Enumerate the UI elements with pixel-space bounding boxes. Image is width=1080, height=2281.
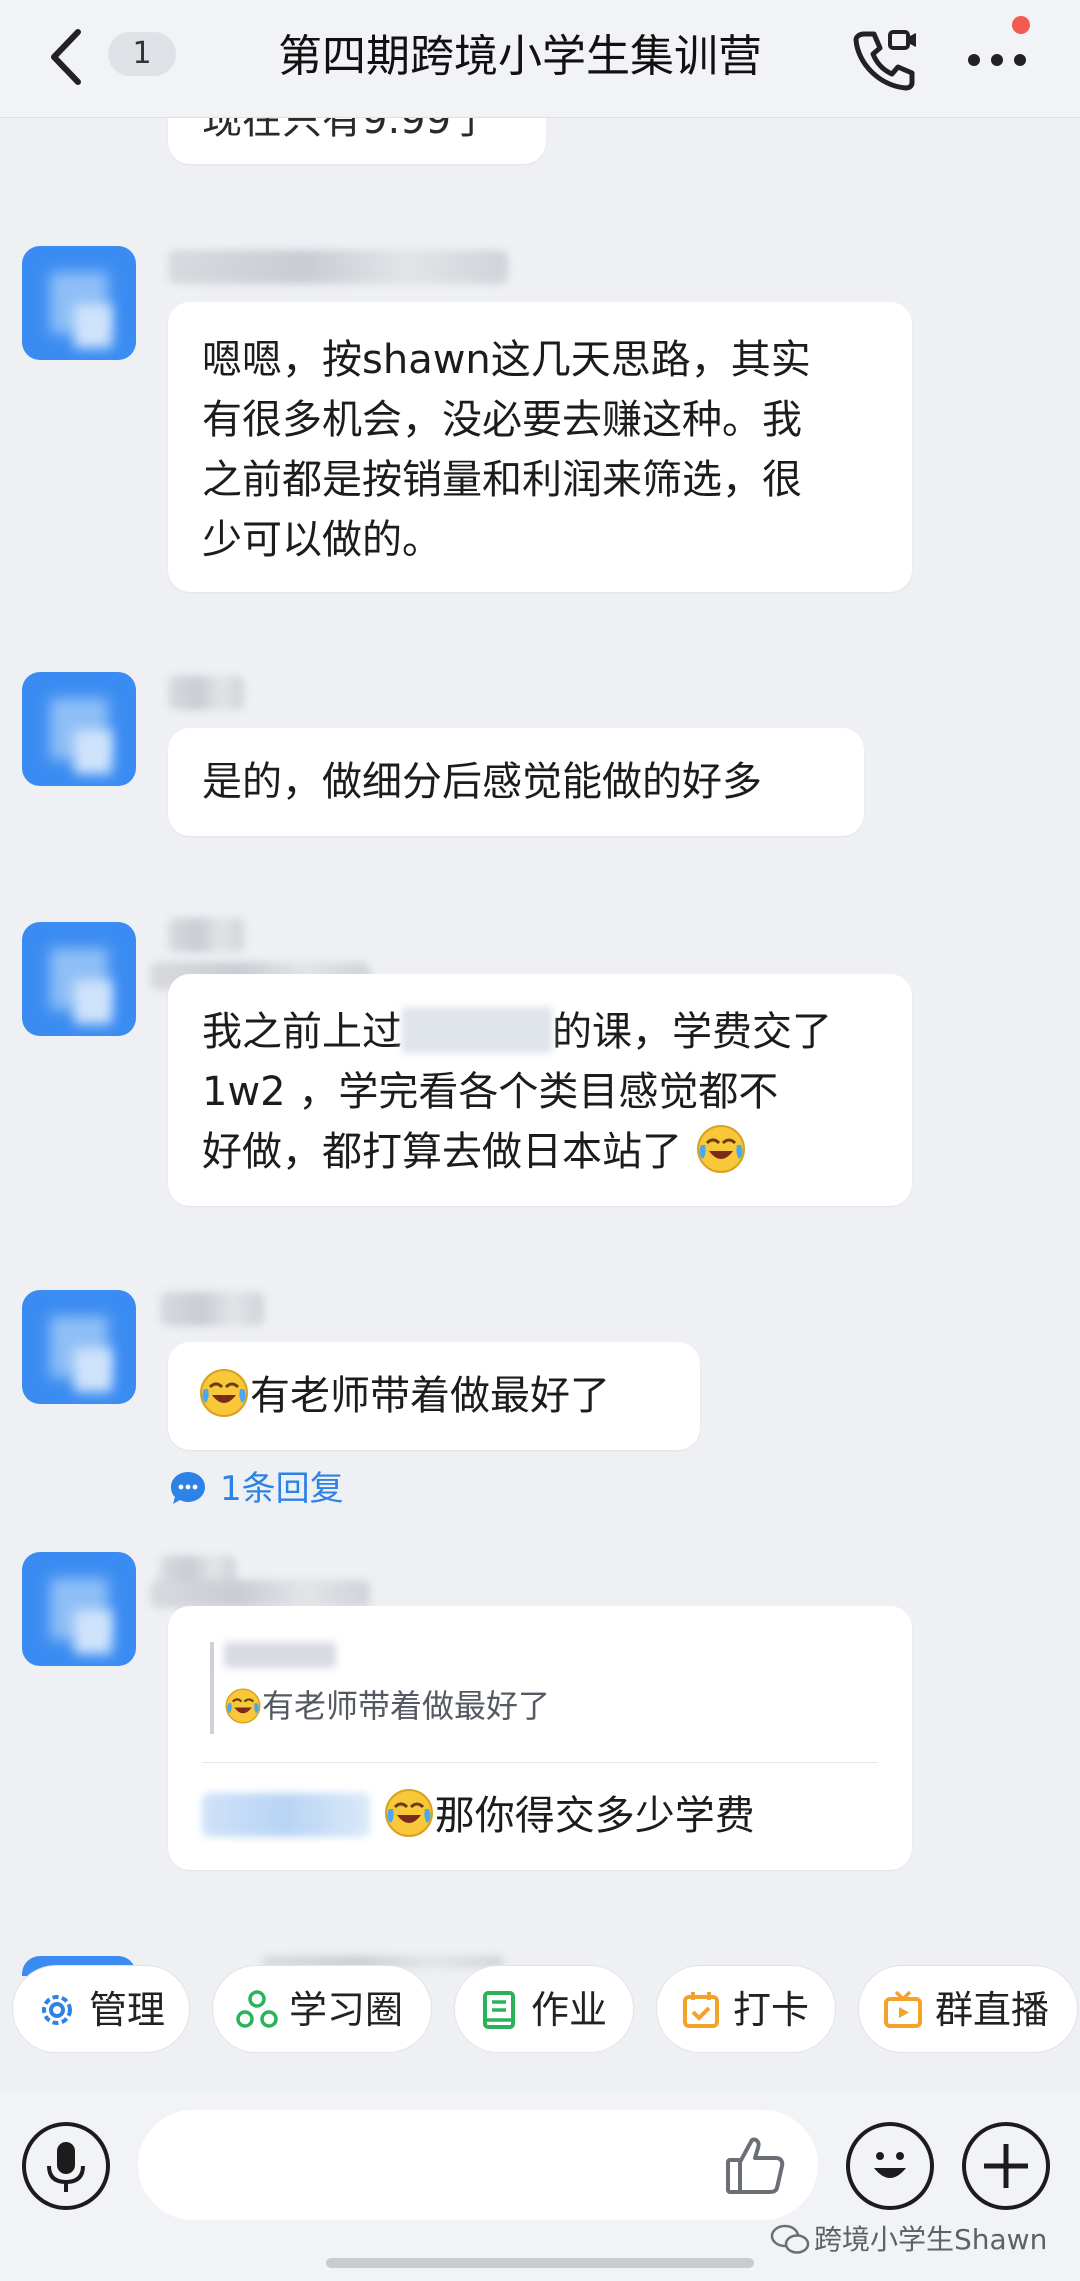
watermark: 跨境小学生Shawn xyxy=(770,2220,1070,2260)
message-text-line: 有很多机会，没必要去赚这种。我 xyxy=(202,397,802,443)
chat-bubble-icon xyxy=(171,1472,205,1504)
microphone-icon xyxy=(47,2142,85,2192)
crying-laughing-emoji-icon xyxy=(384,1789,433,1837)
voice-input-button[interactable] xyxy=(22,2122,110,2210)
message-bubble[interactable]: 有老师带着做最好了 xyxy=(168,1342,700,1450)
action-label: 管理 xyxy=(89,1988,166,2032)
emoji-button[interactable] xyxy=(846,2122,934,2210)
quoted-sender-blurred xyxy=(224,1642,336,1668)
sender-name-blurred xyxy=(168,676,244,710)
message-text: 那你得交多少学费 xyxy=(202,1786,755,1846)
message-text-line: 少可以做的。 xyxy=(202,517,442,563)
divider xyxy=(202,1762,878,1763)
action-study-circle-button[interactable]: 学习圈 xyxy=(212,1965,432,2053)
reply-count-label: 1条回复 xyxy=(220,1469,344,1509)
mention-blurred xyxy=(202,1793,370,1837)
message-text-segment: 我之前上过 xyxy=(202,1009,402,1055)
circle-group-icon xyxy=(236,1990,278,2028)
group-title: 第四期跨境小学生集训营 xyxy=(278,31,762,82)
more-button[interactable] xyxy=(962,24,1032,94)
sender-name-blurred xyxy=(168,250,508,284)
sender-name-blurred xyxy=(150,1580,370,1608)
gear-icon xyxy=(42,1995,72,2025)
quoted-message: 有老师带着做最好了 xyxy=(224,1680,550,1732)
plus-icon xyxy=(984,2144,1028,2188)
action-homework-button[interactable]: 作业 xyxy=(454,1965,634,2053)
calendar-check-icon xyxy=(683,1992,719,2028)
avatar[interactable] xyxy=(22,922,136,1036)
message-text-segment: 那你得交多少学费 xyxy=(434,1793,755,1839)
reply-message-bubble[interactable]: 有老师带着做最好了 那你得交多少学费 xyxy=(168,1606,912,1870)
action-group-live-button[interactable]: 群直播 xyxy=(858,1965,1078,2053)
message-text-line: 嗯嗯，按shawn这几天思路，其实 xyxy=(202,337,811,383)
avatar[interactable] xyxy=(22,246,136,360)
action-label: 学习圈 xyxy=(289,1988,404,2032)
video-call-icon xyxy=(853,30,916,91)
book-icon xyxy=(483,1991,515,2029)
message-text-segment: 的课，学费交了 xyxy=(552,1009,832,1055)
smiley-icon xyxy=(874,2152,906,2178)
message-bubble[interactable]: 我之前上过 的课，学费交了 1w2 ，学完看各个类目感觉都不 好做，都打算去做日本… xyxy=(168,974,912,1206)
more-dots-icon xyxy=(968,54,1026,66)
thumbs-up-icon xyxy=(726,2137,785,2194)
sender-name-blurred xyxy=(168,918,244,952)
message-text: 是的，做细分后感觉能做的好多 xyxy=(202,759,762,805)
call-button[interactable] xyxy=(850,24,920,94)
avatar[interactable] xyxy=(22,672,136,786)
message-bubble[interactable]: 是的，做细分后感觉能做的好多 xyxy=(168,728,864,836)
message-text-line: 好做，都打算去做日本站了 xyxy=(202,1122,747,1182)
wechat-icon xyxy=(770,2224,810,2254)
watermark-text: 跨境小学生Shawn xyxy=(814,2223,1048,2256)
thumbs-up-button[interactable] xyxy=(720,2130,790,2200)
message-text-segment: 好做，都打算去做日本站了 xyxy=(202,1129,682,1175)
message-text-segment: 有老师带着做最好了 xyxy=(250,1373,610,1419)
message-text-line: 1w2 ，学完看各个类目感觉都不 xyxy=(202,1069,779,1115)
quoted-text: 有老师带着做最好了 xyxy=(262,1687,551,1725)
action-manage-button[interactable]: 管理 xyxy=(12,1965,190,2053)
crying-laughing-emoji-icon xyxy=(225,1688,261,1724)
action-label: 打卡 xyxy=(733,1988,810,2032)
action-checkin-button[interactable]: 打卡 xyxy=(656,1965,836,2053)
crying-laughing-emoji-icon xyxy=(200,1369,248,1417)
chevron-left-icon xyxy=(51,29,81,85)
message-bubble[interactable]: 嗯嗯，按shawn这几天思路，其实 有很多机会，没必要去赚这种。我 之前都是按销… xyxy=(168,302,912,592)
live-tv-icon xyxy=(884,1990,922,2028)
action-label: 群直播 xyxy=(935,1988,1050,2032)
more-attachments-button[interactable] xyxy=(962,2122,1050,2210)
quote-bar xyxy=(210,1642,214,1734)
message-input[interactable] xyxy=(138,2110,818,2220)
unread-count-badge[interactable]: 1 xyxy=(108,32,176,76)
redacted-text xyxy=(402,1007,552,1053)
message-text-line: 我之前上过 的课，学费交了 xyxy=(202,1002,832,1062)
quick-actions-bar: 管理 学习圈 作业 打卡 群直播 xyxy=(0,1965,1080,2057)
back-button[interactable] xyxy=(44,26,90,88)
message-text-line: 之前都是按销量和利润来筛选，很 xyxy=(202,457,802,503)
home-indicator[interactable] xyxy=(326,2258,754,2268)
action-label: 作业 xyxy=(531,1988,608,2032)
crying-laughing-emoji-icon xyxy=(696,1125,745,1173)
avatar[interactable] xyxy=(22,1552,136,1666)
message-text: 有老师带着做最好了 xyxy=(198,1366,610,1426)
avatar[interactable] xyxy=(22,1290,136,1404)
sender-name-blurred xyxy=(160,1292,264,1326)
notification-dot xyxy=(1012,16,1030,34)
view-replies-link[interactable]: 1条回复 xyxy=(168,1464,388,1514)
